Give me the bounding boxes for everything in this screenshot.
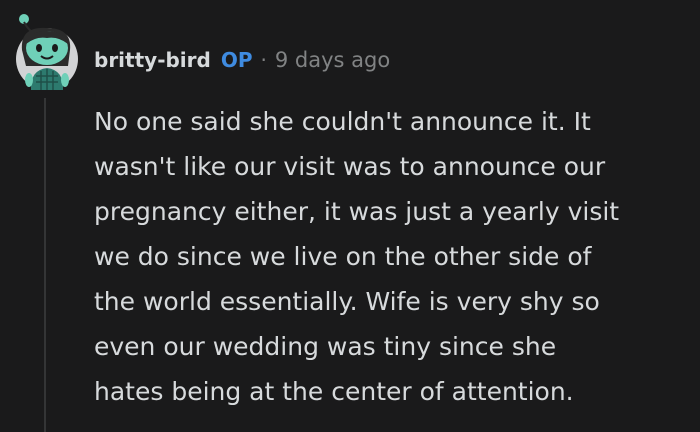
comment-body: No one said she couldn't announce it. It… [94, 99, 684, 414]
snoo-avatar-icon [16, 14, 78, 90]
username-link[interactable]: britty-bird [94, 48, 211, 72]
user-avatar[interactable] [14, 14, 80, 92]
comment-timestamp[interactable]: 9 days ago [275, 48, 390, 72]
comment-body-line: hates being at the center of attention. [94, 377, 574, 406]
comment-body-line: the world essentially. Wife is very shy … [94, 287, 600, 316]
comment-body-line: wasn't like our visit was to announce ou… [94, 152, 606, 181]
comment-body-line: No one said she couldn't announce it. It [94, 107, 591, 136]
op-badge: OP [220, 48, 253, 72]
thread-collapse-line[interactable] [44, 98, 46, 432]
comment-body-line: pregnancy either, it was just a yearly v… [94, 197, 620, 226]
meta-separator: · [260, 48, 267, 72]
comment-header: britty-bird OP · 9 days ago [94, 44, 390, 76]
comment-body-line: we do since we live on the other side of [94, 242, 592, 271]
comment: britty-bird OP · 9 days ago No one said … [0, 0, 700, 432]
comment-body-line: even our wedding was tiny since she [94, 332, 557, 361]
